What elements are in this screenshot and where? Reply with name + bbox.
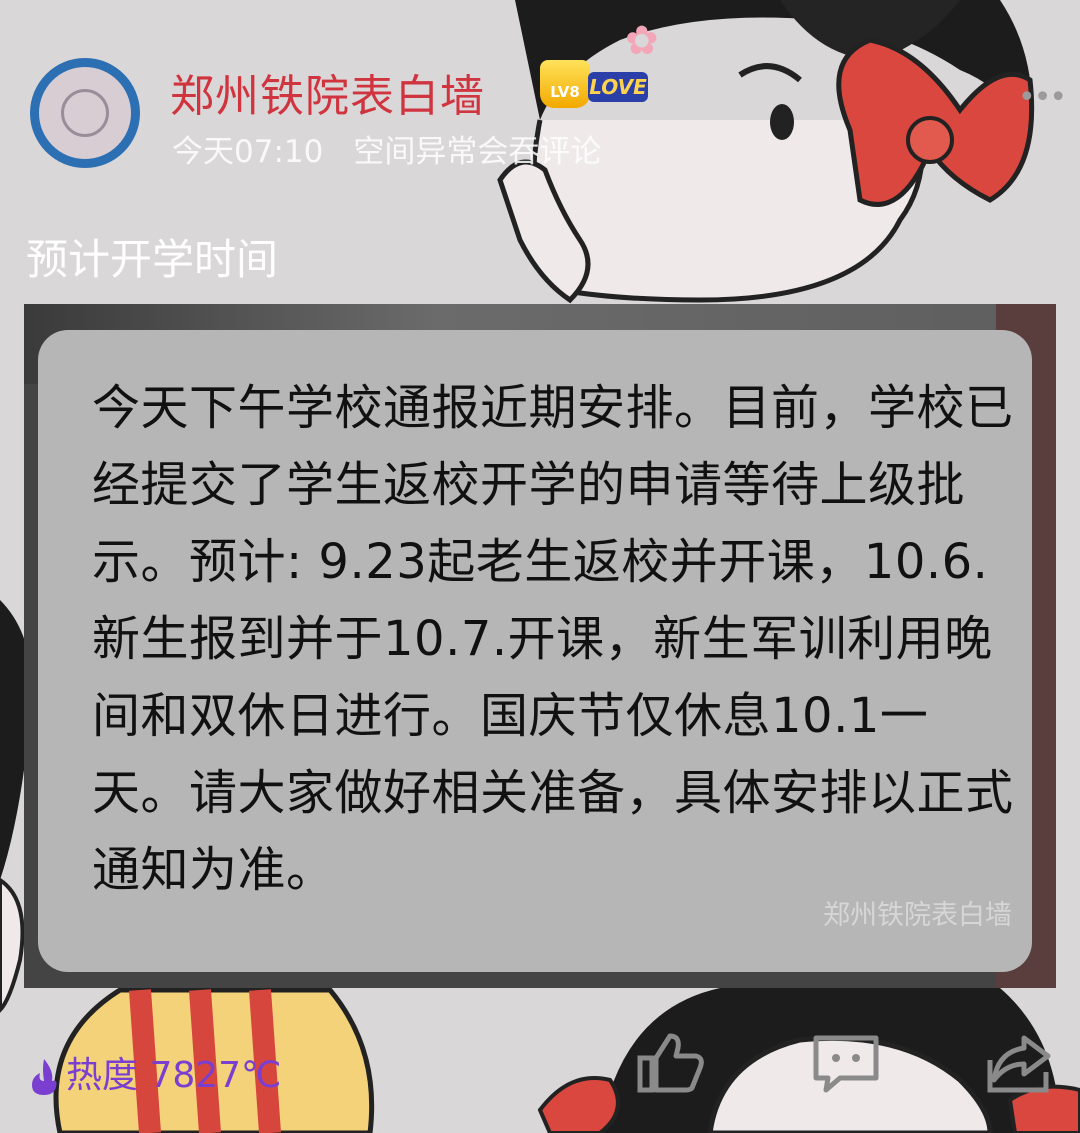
account-name[interactable]: 郑州铁院表白墙 — [170, 60, 485, 124]
share-icon[interactable] — [984, 1030, 1056, 1094]
post-meta: 今天07:10 空间异常会吞评论 — [172, 126, 601, 171]
image-watermark: 郑州铁院表白墙 — [823, 900, 1012, 931]
post-time: 今天07:10 — [172, 134, 324, 170]
message-bubble: 今天下午学校通报近期安排。目前，学校已经提交了学生返校开学的申请等待上级批示。预… — [38, 330, 1032, 972]
avatar-image — [39, 67, 131, 159]
comment-icon[interactable] — [810, 1030, 882, 1094]
sakura-flower-icon: ✿ — [625, 18, 659, 64]
heat-counter: 热度 7827℃ — [28, 1046, 282, 1098]
crown-icon: LV8 — [540, 60, 590, 108]
post-notice: 空间异常会吞评论 — [353, 134, 602, 170]
love-badge-label: LOVE — [588, 72, 648, 102]
avatar-emblem — [61, 89, 109, 137]
thumbs-up-icon[interactable] — [634, 1030, 706, 1094]
post-image[interactable]: 今天下午学校通报近期安排。目前，学校已经提交了学生返校开学的申请等待上级批示。预… — [24, 304, 1056, 988]
vip-badge[interactable]: LV8 LOVE — [540, 60, 650, 108]
heat-label: 热度 7827℃ — [66, 1055, 282, 1096]
account-avatar[interactable] — [30, 58, 140, 168]
more-icon[interactable]: ••• — [1018, 80, 1067, 115]
message-text: 今天下午学校通报近期安排。目前，学校已经提交了学生返校开学的申请等待上级批示。预… — [92, 380, 1014, 898]
post-caption: 预计开学时间 — [26, 235, 279, 284]
flame-icon — [32, 1059, 57, 1095]
